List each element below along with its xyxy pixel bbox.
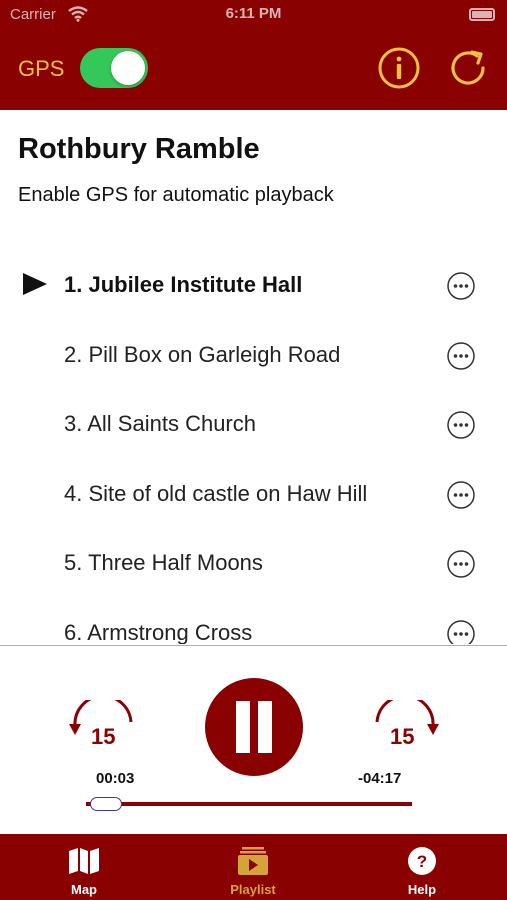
more-icon[interactable] <box>446 271 476 301</box>
playlist-item[interactable]: 3. All Saints Church <box>0 387 507 447</box>
playlist-item-label: 6. Armstrong Cross <box>64 620 253 644</box>
gps-toggle-knob <box>111 51 145 85</box>
status-time: 6:11 PM <box>225 5 282 22</box>
more-icon[interactable] <box>446 480 476 510</box>
more-icon[interactable] <box>446 341 476 371</box>
route-subtitle: Enable GPS for automatic playback <box>18 184 334 206</box>
playlist-item[interactable]: 4. Site of old castle on Haw Hill <box>0 457 507 517</box>
remaining-time: -04:17 <box>358 770 402 787</box>
playlist-item-label: 1. Jubilee Institute Hall <box>64 272 303 297</box>
progress-track <box>86 802 412 806</box>
more-icon[interactable] <box>446 549 476 579</box>
playlist-item-label: 3. All Saints Church <box>64 411 256 436</box>
playlist-item[interactable]: 2. Pill Box on Garleigh Road <box>0 318 507 378</box>
playlist-item-label: 2. Pill Box on Garleigh Road <box>64 342 341 367</box>
skip-back-button[interactable]: 15 <box>64 700 138 756</box>
svg-text:?: ? <box>417 852 427 871</box>
gps-toggle[interactable] <box>80 48 148 88</box>
pause-icon <box>236 701 250 753</box>
header-bar: Carrier 6:11 PM GPS <box>0 0 507 110</box>
progress-slider[interactable] <box>86 795 412 813</box>
playlist-item[interactable]: 6. Armstrong Cross <box>0 596 507 644</box>
tab-bar: Map Playlist ? Help <box>0 834 507 900</box>
gps-label: GPS <box>18 56 65 81</box>
tab-map[interactable]: Map <box>24 834 144 900</box>
tab-playlist[interactable]: Playlist <box>193 834 313 900</box>
route-title: Rothbury Ramble <box>18 133 260 165</box>
progress-thumb[interactable] <box>90 797 122 811</box>
info-icon[interactable] <box>377 46 421 90</box>
now-playing-icon <box>23 273 47 295</box>
status-bar: Carrier 6:11 PM <box>0 0 507 30</box>
skip-back-seconds: 15 <box>91 724 116 749</box>
playlist-item-label: 5. Three Half Moons <box>64 550 263 575</box>
elapsed-time: 00:03 <box>96 770 135 787</box>
tab-help[interactable]: ? Help <box>362 834 482 900</box>
pause-button[interactable] <box>205 678 303 776</box>
playlist-icon <box>238 847 268 875</box>
playlist-item-label: 4. Site of old castle on Haw Hill <box>64 481 368 506</box>
skip-forward-button[interactable]: 15 <box>370 700 444 756</box>
playlist: 1. Jubilee Institute Hall 2. Pill Box on… <box>0 240 507 644</box>
tab-label: Playlist <box>230 882 276 897</box>
playlist-item[interactable]: 1. Jubilee Institute Hall <box>0 248 507 308</box>
refresh-icon[interactable] <box>447 46 491 90</box>
tab-label: Map <box>71 882 97 897</box>
map-icon <box>69 848 99 874</box>
skip-forward-seconds: 15 <box>390 724 415 749</box>
more-icon[interactable] <box>446 619 476 644</box>
battery-icon <box>469 8 495 21</box>
tab-label: Help <box>407 882 437 897</box>
help-icon: ? <box>408 847 436 875</box>
playlist-item[interactable]: 5. Three Half Moons <box>0 526 507 586</box>
player-divider <box>0 645 507 646</box>
more-icon[interactable] <box>446 410 476 440</box>
